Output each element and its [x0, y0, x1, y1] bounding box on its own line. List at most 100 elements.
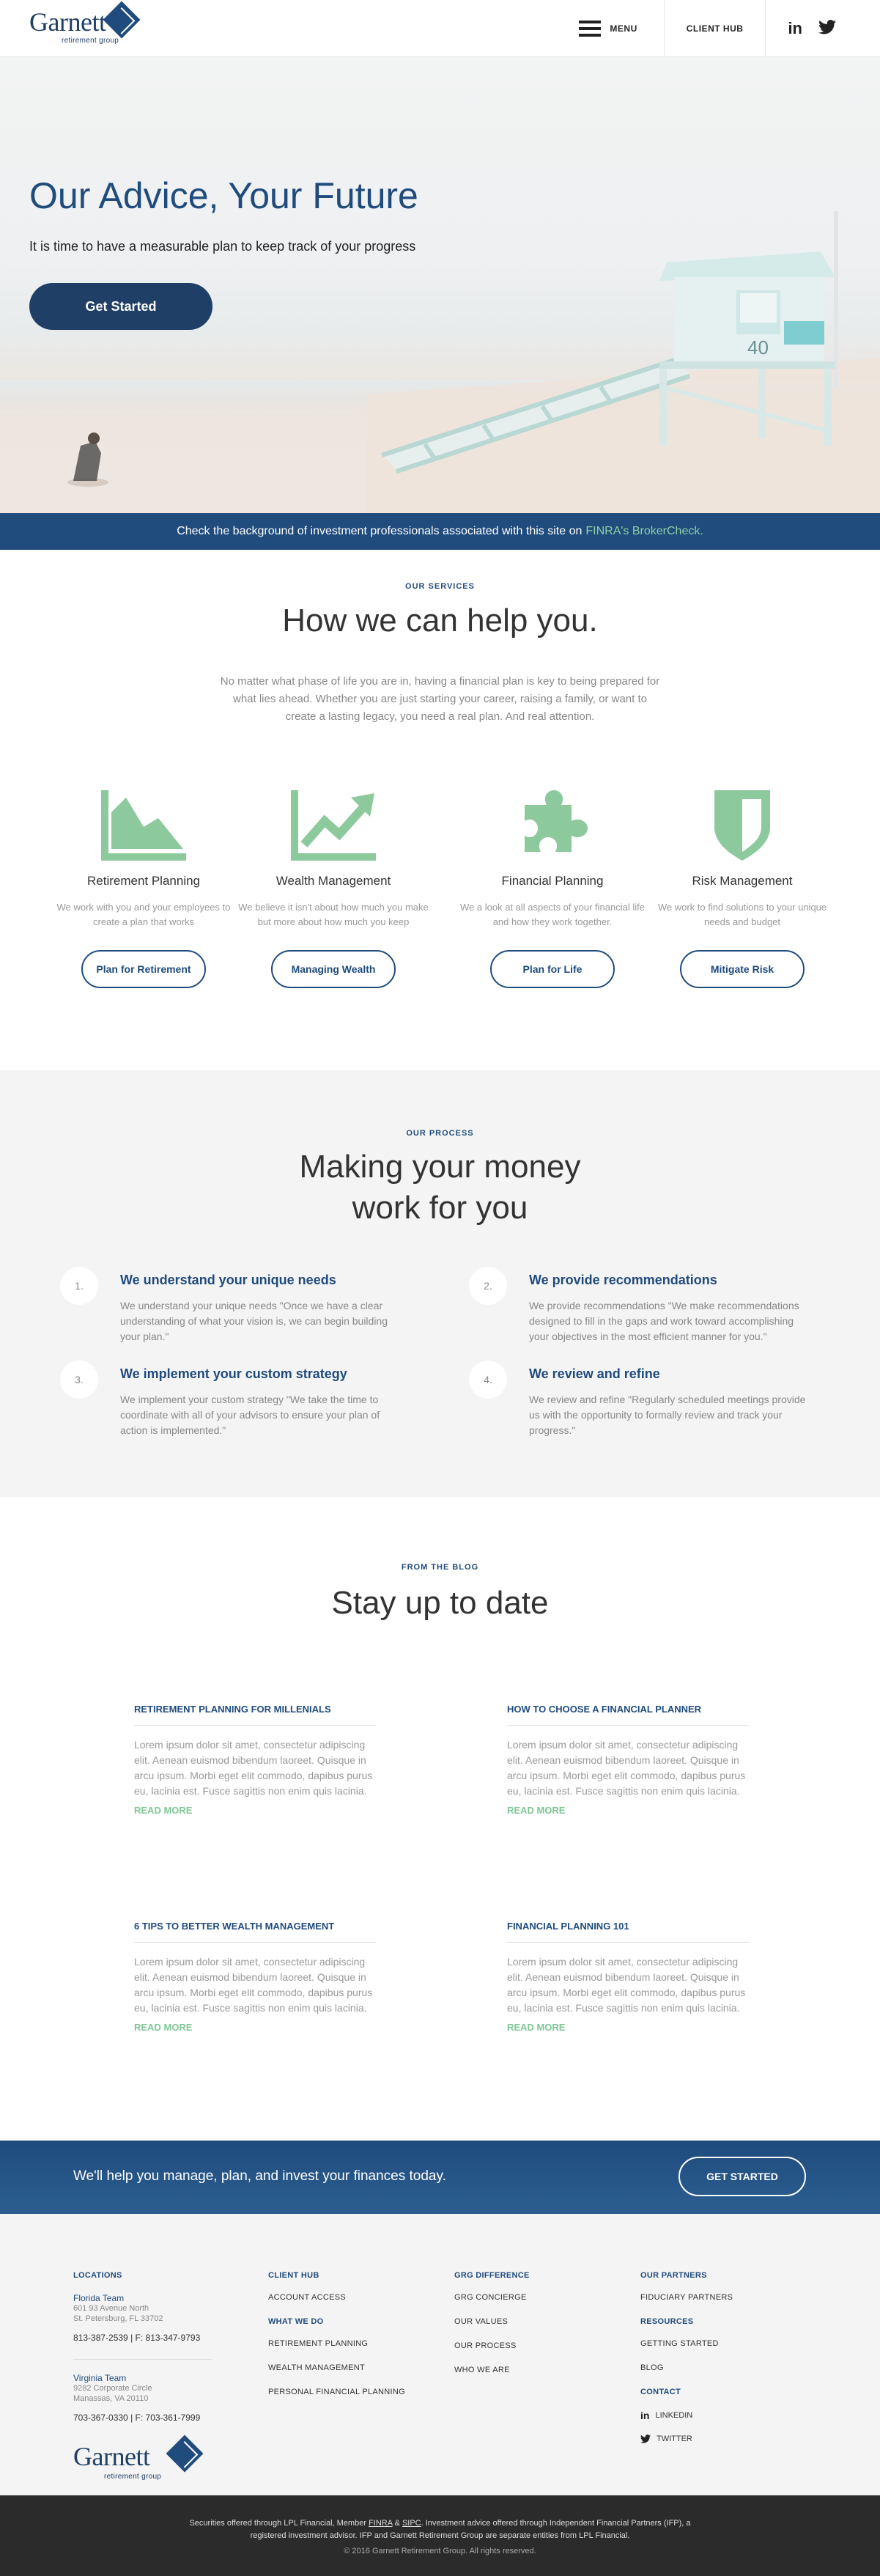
client-hub-link[interactable]: CLIENT HUB	[665, 0, 766, 57]
hero-get-started-button[interactable]: Get Started	[29, 283, 212, 330]
service-text: We believe it isn't about how much you m…	[238, 902, 429, 927]
process-step-3: 3. We implement your custom strategy We …	[60, 1361, 397, 1438]
process-title-line1: Making your money	[299, 1149, 581, 1185]
step-text: We understand your unique needs "Once we…	[120, 1300, 388, 1342]
footer-twitter-link[interactable]: TWITTER	[640, 2435, 809, 2443]
service-text: We a look at all aspects of your financi…	[460, 902, 645, 927]
linkedin-label: LINKEDIN	[655, 2411, 693, 2420]
services-eyebrow: OUR SERVICES	[405, 582, 475, 591]
service-text: We work to find solutions to your unique…	[657, 902, 827, 927]
twitter-icon[interactable]	[818, 19, 836, 38]
header-nav: MENU CLIENT HUB in	[552, 0, 880, 57]
finra-banner-text: Check the background of investment profe…	[177, 525, 583, 537]
finra-brokercheck-link[interactable]: FINRA's BrokerCheck.	[585, 525, 703, 538]
shield-icon	[714, 790, 770, 861]
finra-banner: Check the background of investment profe…	[0, 513, 880, 550]
legal-text-line2: registered investment advisor. IFP and G…	[250, 2531, 630, 2540]
twitter-icon	[640, 2435, 651, 2443]
footer-heading: LOCATIONS	[73, 2271, 122, 2280]
sipc-link[interactable]: SIPC	[402, 2519, 421, 2528]
fiduciary-partners-link[interactable]: FIDUCIARY PARTNERS	[640, 2293, 809, 2302]
service-wealth-management: Wealth Management We believe it isn't ab…	[238, 780, 429, 988]
step-number: 2.	[469, 1267, 507, 1305]
linkedin-icon[interactable]: in	[788, 19, 802, 38]
footer-logo[interactable]: Garnett retirement group	[73, 2435, 242, 2481]
site-header: Garnett retirement group MENU CLIENT HUB…	[0, 0, 880, 57]
footer-link[interactable]: GRG CONCIERGE	[454, 2293, 623, 2302]
service-financial-planning: Financial Planning We a look at all aspe…	[457, 780, 648, 988]
footer-heading: RESOURCES	[640, 2317, 694, 2326]
cta-banner: We'll help you manage, plan, and invest …	[0, 2141, 880, 2214]
process-title-line2: work for you	[352, 1190, 528, 1226]
footer-link[interactable]: RETIREMENT PLANNING	[268, 2339, 437, 2348]
service-title: Financial Planning	[501, 874, 604, 888]
footer-heading: WHAT WE DO	[268, 2317, 324, 2326]
mitigate-risk-button[interactable]: Mitigate Risk	[680, 950, 805, 988]
footer-link[interactable]: WHO WE ARE	[454, 2366, 623, 2374]
menu-button[interactable]: MENU	[552, 0, 665, 57]
footer-link[interactable]: BLOG	[640, 2363, 809, 2372]
virginia-address-line1: 9282 Corporate Circle	[73, 2384, 152, 2393]
process-step-1: 1. We understand your unique needs We un…	[60, 1267, 397, 1344]
step-text: We implement your custom strategy "We ta…	[120, 1394, 380, 1436]
florida-phone: 813-387-2539 | F: 813-347-9793	[73, 2333, 201, 2343]
plan-for-retirement-button[interactable]: Plan for Retirement	[81, 950, 206, 988]
blog-post-title[interactable]: RETIREMENT PLANNING FOR MILLENIALS	[134, 1704, 376, 1726]
florida-address-line1: 601 93 Avenue North	[73, 2304, 149, 2313]
hero-title: Our Advice, Your Future	[29, 175, 418, 216]
footer-link[interactable]: OUR VALUES	[454, 2317, 623, 2326]
managing-wealth-button[interactable]: Managing Wealth	[271, 950, 396, 988]
process-section: OUR PROCESS Making your money work for y…	[0, 1070, 880, 1497]
menu-label: MENU	[610, 23, 637, 34]
plan-for-life-button[interactable]: Plan for Life	[490, 950, 615, 988]
read-more-link[interactable]: READ MORE	[507, 1805, 749, 1816]
blog-post-excerpt: Lorem ipsum dolor sit amet, consectetur …	[134, 1739, 373, 1797]
legal-disclaimer: Securities offered through LPL Financial…	[0, 2495, 880, 2576]
blog-post-title[interactable]: HOW TO CHOOSE A FINANCIAL PLANNER	[507, 1704, 749, 1726]
step-number: 4.	[469, 1361, 507, 1399]
read-more-link[interactable]: READ MORE	[134, 2022, 376, 2033]
legal-text-part1: Securities offered through LPL Financial…	[189, 2519, 366, 2528]
logo-tagline: retirement group	[62, 37, 119, 45]
virginia-phone: 703-367-0330 | F: 703-361-7999	[73, 2413, 201, 2423]
blog-post-excerpt: Lorem ipsum dolor sit amet, consectetur …	[507, 1956, 746, 2014]
footer-heading: OUR PARTNERS	[640, 2271, 707, 2280]
footer-link[interactable]: GETTING STARTED	[640, 2339, 809, 2348]
copyright: © 2016 Garnett Retirement Group. All rig…	[344, 2547, 536, 2555]
step-number: 3.	[60, 1361, 98, 1399]
beach-person-illustration	[67, 433, 108, 487]
linkedin-icon: in	[640, 2410, 650, 2421]
hero-section: 40 Our Advice, Your Future It is time to…	[0, 57, 880, 513]
blog-post: RETIREMENT PLANNING FOR MILLENIALS Lorem…	[134, 1704, 376, 1816]
step-number: 1.	[60, 1267, 98, 1305]
blog-post-title[interactable]: FINANCIAL PLANNING 101	[507, 1921, 749, 1943]
florida-team-name: Florida Team	[73, 2293, 125, 2303]
finra-link[interactable]: FINRA	[369, 2519, 392, 2528]
blog-post-excerpt: Lorem ipsum dolor sit amet, consectetur …	[507, 1739, 746, 1797]
legal-ampersand: &	[394, 2519, 400, 2528]
step-text: We review and refine "Regularly schedule…	[529, 1394, 806, 1436]
footer-link[interactable]: OUR PROCESS	[454, 2341, 623, 2350]
service-risk-management: Risk Management We work to find solution…	[647, 780, 838, 988]
footer-linkedin-link[interactable]: in LINKEDIN	[640, 2410, 809, 2421]
process-eyebrow: OUR PROCESS	[406, 1129, 474, 1138]
read-more-link[interactable]: READ MORE	[134, 1805, 376, 1816]
footer-logo-diamond-icon	[166, 2435, 204, 2473]
read-more-link[interactable]: READ MORE	[507, 2022, 749, 2033]
footer-logo-tagline: retirement group	[104, 2473, 162, 2481]
service-title: Wealth Management	[276, 874, 391, 888]
virginia-team-name: Virginia Team	[73, 2373, 127, 2383]
blog-post-title[interactable]: 6 TIPS TO BETTER WEALTH MANAGEMENT	[134, 1921, 376, 1943]
account-access-link[interactable]: ACCOUNT ACCESS	[268, 2293, 437, 2302]
blog-post: 6 TIPS TO BETTER WEALTH MANAGEMENT Lorem…	[134, 1921, 376, 2033]
footer-link[interactable]: PERSONAL FINANCIAL PLANNING	[268, 2388, 437, 2396]
logo-diamond-icon	[103, 1, 141, 39]
cta-get-started-button[interactable]: GET STARTED	[679, 2157, 806, 2196]
footer-link[interactable]: WEALTH MANAGEMENT	[268, 2363, 437, 2372]
site-logo[interactable]: Garnett retirement group	[29, 1, 141, 45]
footer-heading: CLIENT HUB	[268, 2271, 319, 2280]
footer-divider	[73, 2359, 212, 2360]
blog-post-excerpt: Lorem ipsum dolor sit amet, consectetur …	[134, 1956, 373, 2014]
footer-heading: GRG DIFFERENCE	[454, 2271, 530, 2280]
process-title: Making your money work for you	[0, 1147, 880, 1229]
